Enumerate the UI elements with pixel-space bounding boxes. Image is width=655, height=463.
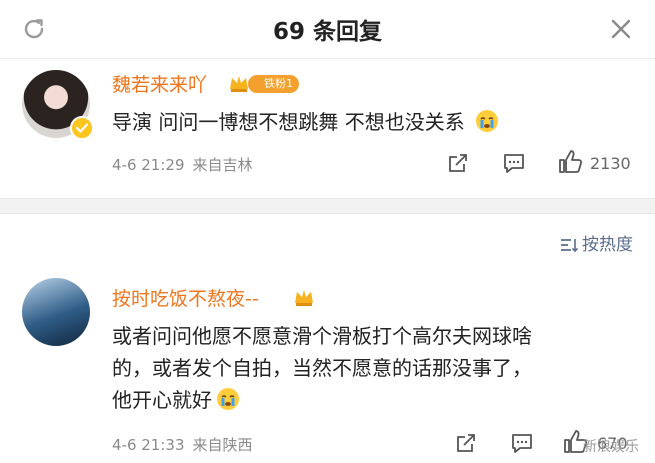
username[interactable]: 按时吃饭不熬夜-- [112, 284, 259, 311]
avatar[interactable] [22, 278, 90, 346]
share-icon[interactable] [447, 152, 469, 178]
crying-emoji-icon [216, 387, 240, 411]
crying-emoji-icon [475, 109, 499, 133]
crown-icon [293, 287, 315, 307]
comment-text: 或者问问他愿不愿意滑个滑板打个高尔夫网球啥 的，或者发个自拍，当然不愿意的话那没… [112, 324, 532, 412]
reply-icon[interactable] [511, 433, 533, 459]
comment-item: 魏若来来吖 铁粉1 导演 问问一博想不想跳舞 不想也没关系 4-6 21:29 来… [0, 58, 655, 198]
sort-icon [561, 239, 579, 253]
comment-item: 按时吃饭不熬夜-- 或者问问他愿不愿意滑个滑板打个高尔夫网球啥 的，或者发个自拍… [0, 268, 655, 463]
comment-time: 4-6 21:33 [112, 436, 185, 454]
reply-icon[interactable] [503, 153, 525, 179]
like-icon[interactable] [557, 149, 583, 179]
comment-source: 来自陕西 [192, 436, 253, 454]
section-divider [0, 198, 655, 214]
watermark: 新浪娱乐 [583, 439, 639, 455]
comment-source: 来自吉林 [192, 156, 253, 174]
comment-time: 4-6 21:29 [112, 156, 185, 174]
comment-meta: 4-6 21:29 来自吉林 [112, 154, 253, 175]
fan-badge: 铁粉1 [248, 75, 299, 93]
sort-label: 按热度 [582, 235, 633, 255]
header-bar: 69 条回复 [0, 0, 655, 59]
share-icon[interactable] [455, 432, 477, 458]
crown-icon [228, 73, 250, 93]
close-icon[interactable] [609, 17, 633, 41]
page-title: 69 条回复 [272, 19, 382, 45]
verified-icon [70, 116, 94, 140]
like-count: 2130 [590, 154, 631, 173]
comment-text: 导演 问问一博想不想跳舞 不想也没关系 [112, 106, 632, 138]
username[interactable]: 魏若来来吖 [112, 70, 207, 97]
sort-button[interactable]: 按热度 [560, 230, 633, 255]
comment-meta: 4-6 21:33 来自陕西 [112, 434, 253, 455]
